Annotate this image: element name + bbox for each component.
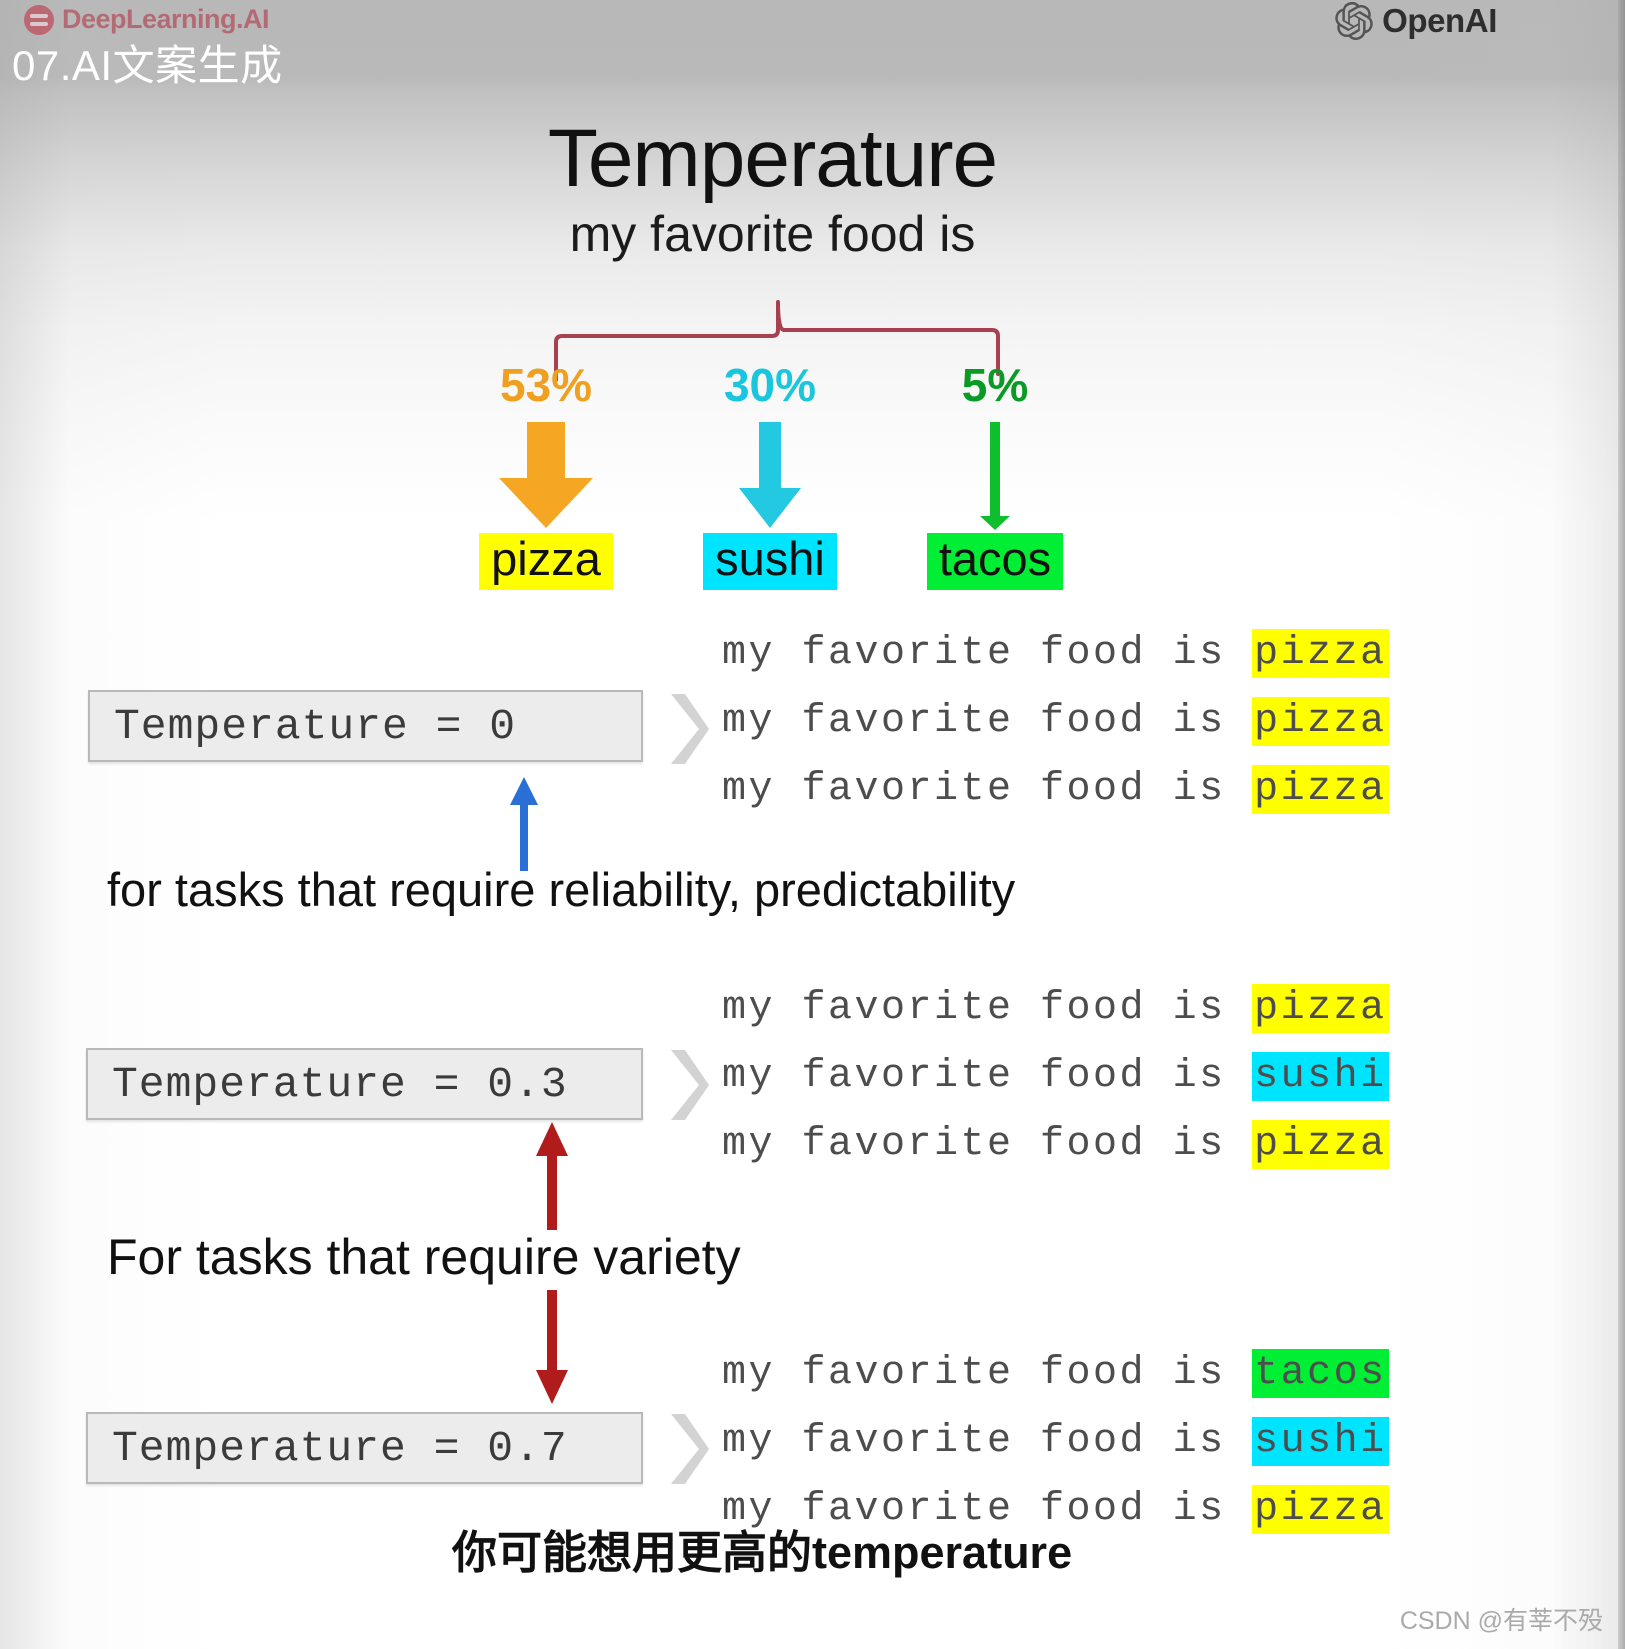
- output-line: my favorite food is tacos: [722, 1340, 1389, 1408]
- output-prefix: my favorite food is: [722, 1419, 1253, 1464]
- output-token-highlight: tacos: [1252, 1349, 1389, 1398]
- output-prefix: my favorite food is: [722, 1351, 1253, 1396]
- output-token-highlight: pizza: [1252, 1120, 1389, 1169]
- deeplearning-ai-logo: DeepLearning.AI: [24, 4, 270, 35]
- token-percent-sushi: 30%: [723, 359, 817, 411]
- token-percent-pizza: 53%: [499, 359, 593, 411]
- output-token-highlight: pizza: [1252, 1485, 1389, 1534]
- output-token-highlight: sushi: [1252, 1052, 1389, 1101]
- temperature-box-0[interactable]: Temperature = 0: [88, 690, 643, 762]
- output-prefix: my favorite food is: [722, 631, 1253, 676]
- output-line: my favorite food is pizza: [722, 1111, 1389, 1179]
- thin-down-arrow-icon-tacos: [980, 422, 1010, 530]
- token-chip-tacos: tacos: [926, 533, 1064, 590]
- output-token-highlight: pizza: [1252, 765, 1389, 814]
- page-title: Temperature: [547, 113, 998, 204]
- output-token-highlight: pizza: [1252, 984, 1389, 1033]
- output-line: my favorite food is pizza: [722, 756, 1389, 824]
- output-prefix: my favorite food is: [722, 699, 1253, 744]
- bottom-note-overlay: 你可能想用更高的temperature: [452, 1527, 1073, 1578]
- token-column-tacos: 5% tacos: [905, 362, 1085, 590]
- variety-up-arrow-icon: [536, 1122, 568, 1230]
- token-chip-sushi: sushi: [703, 533, 837, 590]
- watermark: CSDN @有莘不殁: [1399, 1607, 1603, 1635]
- course-title-overlay: 07.AI文案生成: [12, 42, 283, 89]
- token-column-sushi: 30% sushi: [680, 362, 860, 590]
- chevron-right-icon-1: [671, 1050, 709, 1120]
- temperature-box-0-7[interactable]: Temperature = 0.7: [86, 1412, 643, 1484]
- caption-variety: For tasks that require variety: [107, 1229, 741, 1285]
- chevron-right-icon-0: [671, 694, 709, 764]
- output-token-highlight: sushi: [1252, 1417, 1389, 1466]
- medium-down-arrow-icon-sushi: [739, 422, 801, 528]
- output-prefix: my favorite food is: [722, 1122, 1253, 1167]
- slide-root: DeepLearning.AI OpenAI 07.AI文案生成 Tempera…: [0, 0, 1625, 1649]
- chevron-right-icon-2: [671, 1414, 709, 1484]
- output-prefix: my favorite food is: [722, 767, 1253, 812]
- output-block-1: my favorite food is pizza my favorite fo…: [722, 975, 1389, 1179]
- slide-right-edge: [1618, 0, 1625, 1649]
- reliability-up-arrow-icon: [510, 777, 538, 871]
- output-line: my favorite food is sushi: [722, 1408, 1389, 1476]
- output-prefix: my favorite food is: [722, 1054, 1253, 1099]
- deeplearning-mark-icon: [24, 4, 54, 35]
- output-line: my favorite food is pizza: [722, 688, 1389, 756]
- variety-down-arrow-icon: [536, 1290, 568, 1404]
- token-percent-tacos: 5%: [961, 359, 1029, 411]
- output-prefix: my favorite food is: [722, 986, 1253, 1031]
- temperature-box-0-3[interactable]: Temperature = 0.3: [86, 1048, 643, 1120]
- output-token-highlight: pizza: [1252, 629, 1389, 678]
- output-token-highlight: pizza: [1252, 697, 1389, 746]
- output-line: my favorite food is pizza: [722, 975, 1389, 1043]
- openai-logo: OpenAI: [1335, 2, 1497, 40]
- token-column-pizza: 53% pizza: [456, 362, 636, 590]
- output-line: my favorite food is sushi: [722, 1043, 1389, 1111]
- output-block-0: my favorite food is pizza my favorite fo…: [722, 620, 1389, 824]
- output-block-2: my favorite food is tacos my favorite fo…: [722, 1340, 1389, 1544]
- output-line: my favorite food is pizza: [722, 620, 1389, 688]
- openai-label: OpenAI: [1382, 2, 1497, 39]
- token-chip-pizza: pizza: [479, 533, 613, 590]
- thick-down-arrow-icon-pizza: [499, 422, 593, 528]
- caption-reliability: for tasks that require reliability, pred…: [107, 863, 1016, 916]
- prompt-text: my favorite food is: [569, 206, 976, 262]
- openai-mark-icon: [1335, 2, 1373, 40]
- deeplearning-ai-label: DeepLearning.AI: [62, 4, 270, 34]
